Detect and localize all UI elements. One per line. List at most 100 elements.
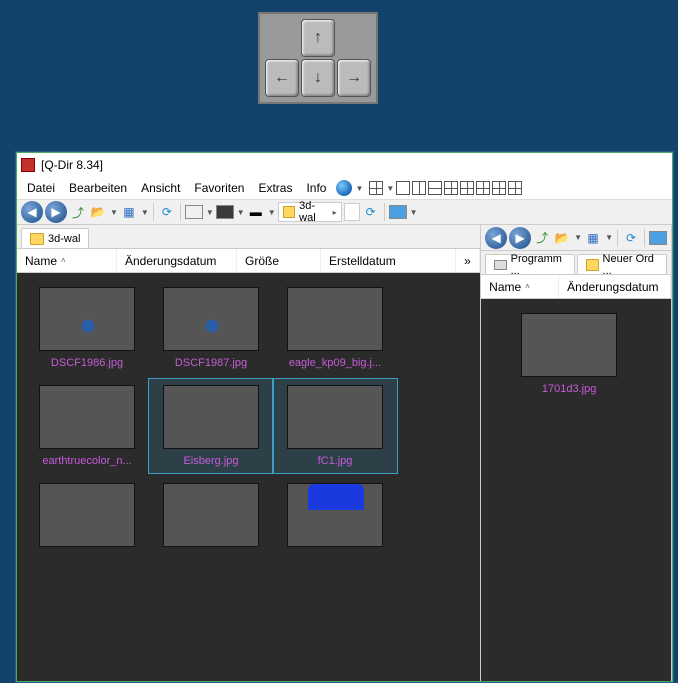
col-modified[interactable]: Änderungsdatum bbox=[559, 275, 671, 298]
right-file-area[interactable]: 1701d3.jpg bbox=[481, 299, 671, 681]
file-thumb[interactable]: earthtruecolor_n... bbox=[25, 379, 149, 473]
col-name[interactable]: Name˄ bbox=[481, 275, 559, 298]
thumbnail-image bbox=[163, 483, 259, 547]
thumbnail-image bbox=[521, 313, 617, 377]
menu-edit[interactable]: Bearbeiten bbox=[63, 179, 133, 197]
chevron-down-icon[interactable]: ▼ bbox=[268, 208, 276, 217]
chevron-down-icon[interactable]: ▼ bbox=[237, 208, 245, 217]
breadcrumb-label: 3d-wal bbox=[299, 200, 327, 224]
file-name: Eisberg.jpg bbox=[183, 455, 238, 467]
right-toolbar: ◀ ▶ ⤴ 📂▼ ▦▼ ⟳ bbox=[481, 225, 671, 251]
file-name: DSCF1986.jpg bbox=[51, 357, 123, 369]
file-thumb[interactable]: Eisberg.jpg bbox=[149, 379, 273, 473]
file-thumb[interactable] bbox=[149, 477, 273, 559]
menu-favorites[interactable]: Favoriten bbox=[188, 179, 250, 197]
quick-path-input[interactable] bbox=[344, 203, 360, 221]
left-column-headers: Name˄ Änderungsdatum Größe Erstelldatum … bbox=[17, 249, 480, 273]
color-swatch-left[interactable] bbox=[185, 205, 203, 219]
tab-3dwal[interactable]: 3d-wal bbox=[21, 228, 89, 248]
globe-icon[interactable] bbox=[336, 180, 352, 196]
refresh-icon[interactable]: ⟳ bbox=[622, 229, 640, 247]
thumbnail-image bbox=[287, 287, 383, 351]
tab-programm[interactable]: Programm ... bbox=[485, 254, 575, 274]
left-file-area[interactable]: DSCF1986.jpg DSCF1987.jpg eagle_kp09_big.j… bbox=[17, 273, 480, 681]
file-thumb[interactable] bbox=[273, 477, 397, 559]
forward-button[interactable]: ▶ bbox=[509, 227, 531, 249]
layout-icons: ▼ bbox=[369, 181, 522, 195]
qdir-window: [Q-Dir 8.34] Datei Bearbeiten Ansicht Fa… bbox=[16, 152, 673, 682]
tab-label: 3d-wal bbox=[48, 233, 80, 245]
menu-extras[interactable]: Extras bbox=[252, 179, 298, 197]
refresh2-icon[interactable]: ⟳ bbox=[362, 203, 380, 221]
refresh-icon[interactable]: ⟳ bbox=[158, 203, 176, 221]
body-panes: 3d-wal Name˄ Änderungsdatum Größe Erstel… bbox=[17, 225, 672, 681]
chevron-right-icon[interactable]: ▸ bbox=[333, 208, 337, 217]
back-button[interactable]: ◀ bbox=[21, 201, 43, 223]
file-thumb[interactable]: 1701d3.jpg bbox=[489, 307, 649, 401]
layout-2v-icon[interactable] bbox=[412, 181, 426, 195]
color-swatch-left-2[interactable] bbox=[389, 205, 407, 219]
col-name[interactable]: Name˄ bbox=[17, 249, 117, 272]
layout-3d-icon[interactable] bbox=[492, 181, 506, 195]
file-name: eagle_kp09_big.j... bbox=[289, 357, 381, 369]
layout-4pane-icon[interactable] bbox=[369, 181, 383, 195]
chevron-down-icon[interactable]: ▼ bbox=[410, 208, 418, 217]
breadcrumb[interactable]: 3d-wal ▸ bbox=[278, 202, 342, 222]
file-name: earthtruecolor_n... bbox=[42, 455, 131, 467]
thumbnail-image bbox=[39, 287, 135, 351]
file-name: 1701d3.jpg bbox=[542, 383, 596, 395]
arrow-keys-illustration: ↑ ←↓→ bbox=[258, 12, 378, 104]
window-title: [Q-Dir 8.34] bbox=[41, 158, 103, 172]
layout-2h-icon[interactable] bbox=[428, 181, 442, 195]
drive-icon bbox=[494, 260, 506, 270]
file-name: DSCF1987.jpg bbox=[175, 357, 247, 369]
sort-asc-icon: ˄ bbox=[525, 282, 530, 291]
file-thumb[interactable] bbox=[25, 477, 149, 559]
back-button[interactable]: ◀ bbox=[485, 227, 507, 249]
thumbnail-image bbox=[163, 287, 259, 351]
folder-open-icon[interactable]: 📂 bbox=[89, 203, 107, 221]
thumbnail-image bbox=[163, 385, 259, 449]
tab-neuerord[interactable]: Neuer Ord ... bbox=[577, 254, 667, 274]
chevron-down-icon[interactable]: ▼ bbox=[110, 208, 118, 217]
thumbnail-image bbox=[287, 483, 383, 547]
up-icon[interactable]: ⤴ bbox=[533, 229, 551, 247]
left-toolbar: ◀ ▶ ⤴ 📂▼ ▦▼ ⟳ ▼ ▼ ▬▼ 3d-wal ▸ ⟳ ▼ bbox=[17, 199, 672, 225]
titlebar[interactable]: [Q-Dir 8.34] bbox=[17, 153, 672, 177]
chevron-down-icon[interactable]: ▼ bbox=[605, 233, 613, 242]
file-thumb[interactable]: eagle_kp09_big.j... bbox=[273, 281, 397, 375]
chevron-down-icon[interactable]: ▼ bbox=[355, 184, 363, 193]
chevron-down-icon[interactable]: ▼ bbox=[206, 208, 214, 217]
menu-view[interactable]: Ansicht bbox=[135, 179, 186, 197]
color-swatch-right[interactable] bbox=[216, 205, 234, 219]
col-more[interactable]: » bbox=[456, 249, 480, 272]
view-mode-icon[interactable]: ▦ bbox=[584, 229, 602, 247]
view-mode-icon[interactable]: ▦ bbox=[120, 203, 138, 221]
layout-4-icon[interactable] bbox=[508, 181, 522, 195]
col-created[interactable]: Erstelldatum bbox=[321, 249, 456, 272]
chevron-down-icon[interactable]: ▼ bbox=[574, 233, 582, 242]
file-name: fC1.jpg bbox=[318, 455, 353, 467]
layout-3a-icon[interactable] bbox=[444, 181, 458, 195]
file-thumb[interactable]: DSCF1987.jpg bbox=[149, 281, 273, 375]
layout-3c-icon[interactable] bbox=[476, 181, 490, 195]
col-size[interactable]: Größe bbox=[237, 249, 321, 272]
layout-3b-icon[interactable] bbox=[460, 181, 474, 195]
folder-icon bbox=[586, 259, 598, 271]
left-pane: 3d-wal Name˄ Änderungsdatum Größe Erstel… bbox=[17, 225, 481, 681]
layout-1pane-icon[interactable] bbox=[396, 181, 410, 195]
chevron-down-icon[interactable]: ▼ bbox=[386, 184, 394, 193]
up-icon[interactable]: ⤴ bbox=[69, 203, 87, 221]
folder-open-icon[interactable]: 📂 bbox=[553, 229, 571, 247]
menu-info[interactable]: Info bbox=[300, 179, 332, 197]
drive-icon[interactable]: ▬ bbox=[247, 203, 265, 221]
menu-file[interactable]: Datei bbox=[21, 179, 61, 197]
tab-label: Neuer Ord ... bbox=[603, 253, 658, 277]
file-thumb[interactable]: fC1.jpg bbox=[273, 379, 397, 473]
file-thumb[interactable]: DSCF1986.jpg bbox=[25, 281, 149, 375]
color-swatch[interactable] bbox=[649, 231, 667, 245]
forward-button[interactable]: ▶ bbox=[45, 201, 67, 223]
sort-asc-icon: ˄ bbox=[61, 256, 66, 265]
col-modified[interactable]: Änderungsdatum bbox=[117, 249, 237, 272]
chevron-down-icon[interactable]: ▼ bbox=[141, 208, 149, 217]
